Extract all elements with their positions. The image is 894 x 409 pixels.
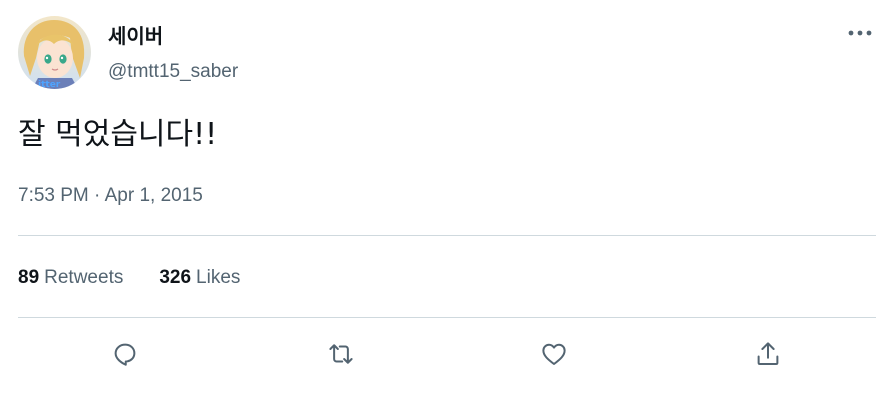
more-options-button[interactable] [844, 22, 876, 44]
avatar-image: itter [18, 16, 91, 89]
reply-button[interactable] [108, 337, 142, 371]
retweets-label: Retweets [44, 267, 124, 288]
tweet-text: 잘 먹었습니다!! [18, 117, 218, 152]
likes-count: 326 [159, 267, 192, 288]
user-handle[interactable]: @tmtt15_saber [108, 59, 238, 85]
tweet-time[interactable]: 7:53 PM [18, 185, 89, 206]
tweet-card: itter 세이버 @tmtt15_saber 잘 먹었습니다!! 7:53 P… [0, 0, 894, 409]
divider [18, 235, 876, 236]
tweet-timestamp: 7:53 PM · Apr 1, 2015 [18, 182, 203, 210]
like-icon [542, 343, 566, 365]
retweets-stat[interactable]: 89 Retweets [18, 264, 123, 292]
display-name[interactable]: 세이버 [108, 22, 163, 50]
retweet-button[interactable] [324, 337, 358, 371]
tweet-date[interactable]: Apr 1, 2015 [105, 185, 203, 206]
avatar[interactable]: itter [18, 16, 91, 89]
avatar-watermark: itter [38, 80, 61, 89]
retweets-count: 89 [18, 267, 40, 288]
share-icon [757, 342, 779, 365]
retweet-icon [329, 344, 353, 364]
likes-stat[interactable]: 326 Likes [159, 264, 240, 292]
more-icon [848, 30, 872, 36]
divider [18, 317, 876, 318]
share-button[interactable] [751, 337, 785, 371]
engagement-stats: 89 Retweets 326 Likes [18, 264, 240, 292]
reply-icon [114, 343, 136, 366]
likes-label: Likes [196, 267, 241, 288]
like-button[interactable] [537, 337, 571, 371]
timestamp-separator: · [94, 185, 101, 206]
